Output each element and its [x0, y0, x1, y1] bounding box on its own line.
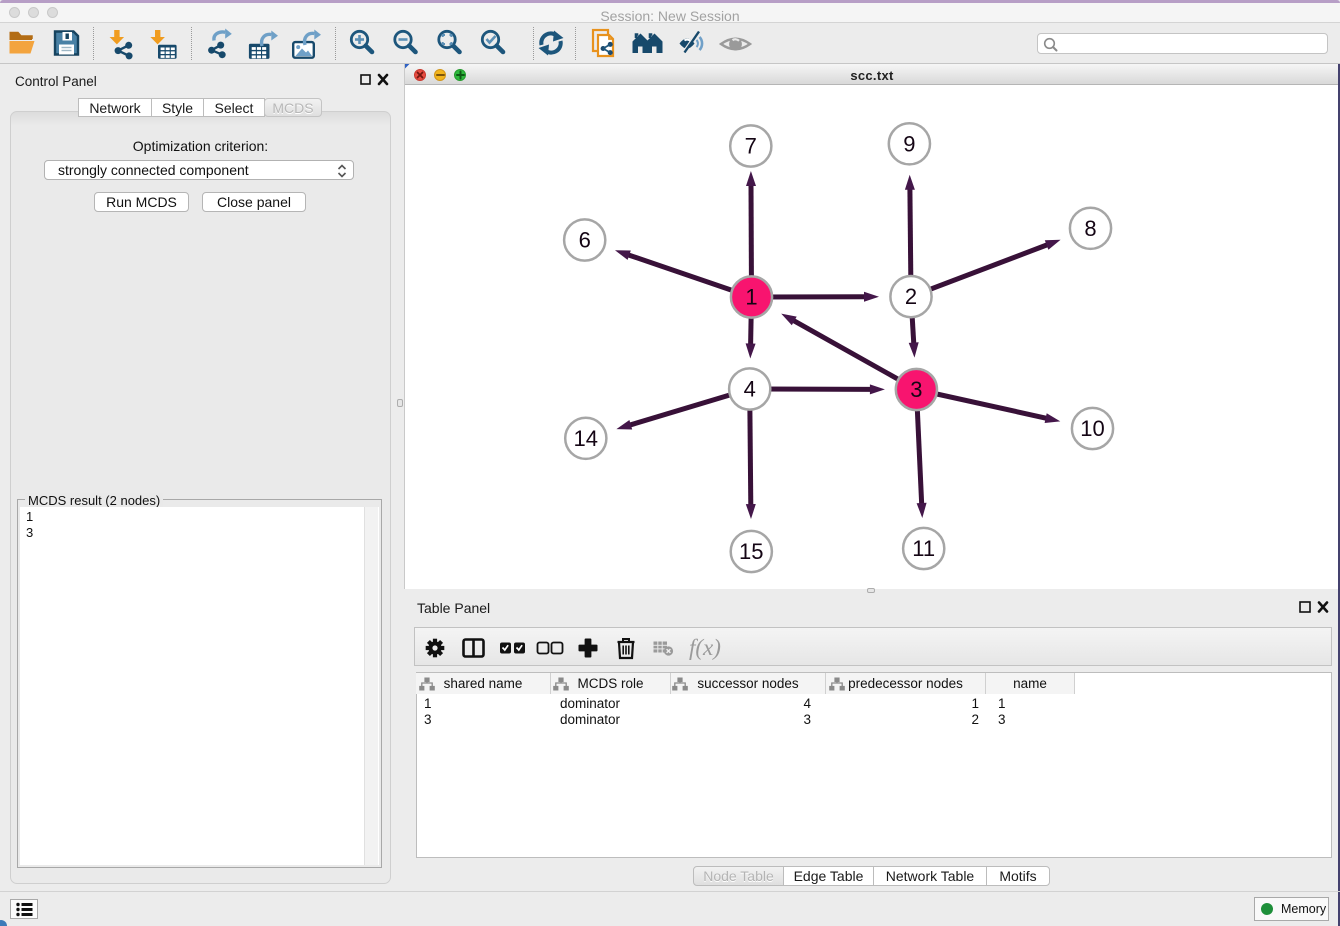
svg-text:11: 11: [912, 536, 935, 561]
svg-text:2: 2: [905, 284, 917, 309]
svg-text:6: 6: [579, 228, 591, 253]
svg-text:9: 9: [903, 131, 915, 156]
svg-text:14: 14: [574, 426, 598, 451]
svg-text:1: 1: [745, 285, 757, 310]
svg-text:10: 10: [1080, 416, 1104, 441]
svg-text:f(x): f(x): [689, 635, 721, 660]
svg-text:15: 15: [739, 539, 763, 564]
svg-text:3: 3: [910, 377, 922, 402]
svg-text:4: 4: [744, 377, 756, 402]
svg-text:8: 8: [1084, 216, 1096, 241]
svg-text:7: 7: [745, 134, 757, 159]
